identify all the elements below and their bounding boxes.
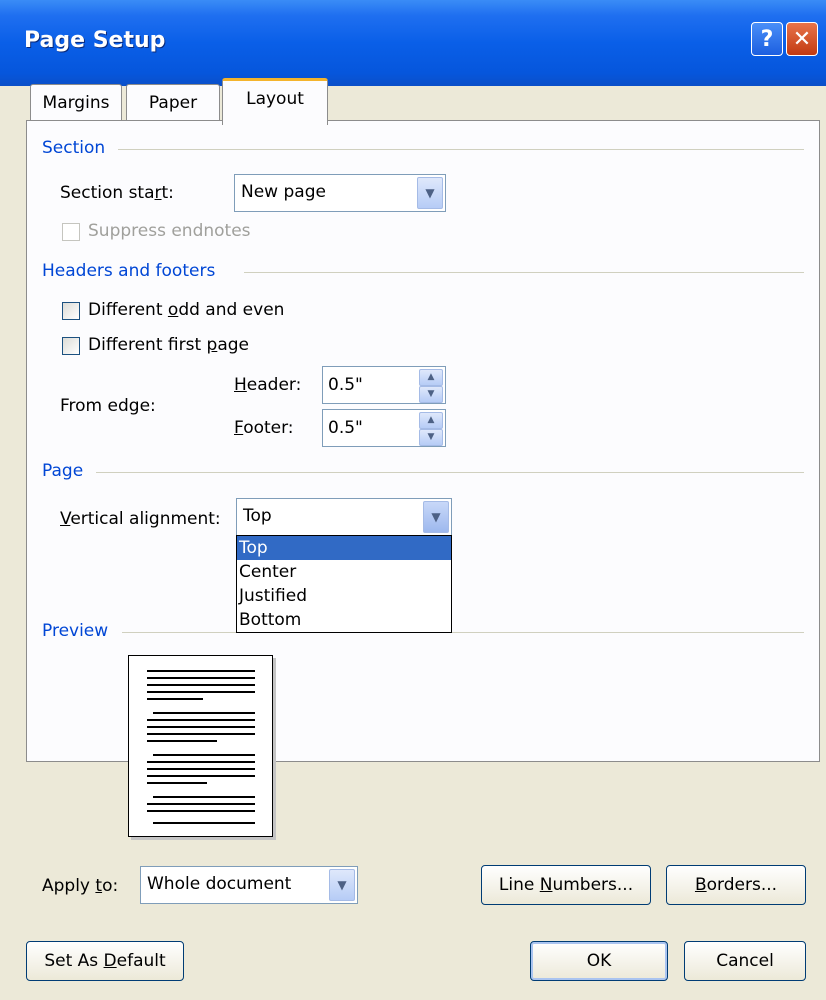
header-value: 0.5" xyxy=(328,375,363,395)
chevron-down-icon[interactable]: ▼ xyxy=(329,869,355,901)
odd-even-checkbox[interactable] xyxy=(62,302,80,320)
vertical-alignment-value: Top xyxy=(243,506,272,526)
line-numbers-button[interactable]: Line Numbers... xyxy=(481,865,651,905)
section-heading: Section xyxy=(42,138,106,158)
header-spinner[interactable]: 0.5" ▲ ▼ xyxy=(322,366,446,404)
page-heading: Page xyxy=(42,461,84,481)
from-edge-label: From edge: xyxy=(60,396,156,416)
preview-heading: Preview xyxy=(42,621,109,641)
section-start-label: Section start: xyxy=(60,183,174,203)
spin-up-icon[interactable]: ▲ xyxy=(419,369,443,386)
chevron-down-icon[interactable]: ▼ xyxy=(423,501,449,533)
apply-to-label: Apply to: xyxy=(42,876,119,896)
first-page-checkbox[interactable] xyxy=(62,337,80,355)
window-title: Page Setup xyxy=(24,28,166,53)
close-icon: ✕ xyxy=(792,26,812,52)
option-bottom[interactable]: Bottom xyxy=(237,608,451,632)
suppress-endnotes-label: Suppress endnotes xyxy=(88,221,251,241)
section-divider xyxy=(118,149,804,150)
vertical-alignment-dropdown: Top Center Justified Bottom xyxy=(236,535,452,633)
set-as-default-button[interactable]: Set As Default xyxy=(26,941,184,981)
ok-button[interactable]: OK xyxy=(530,941,668,981)
apply-to-select[interactable]: Whole document ▼ xyxy=(140,866,358,904)
odd-even-label: Different odd and even xyxy=(88,300,285,320)
section-start-select[interactable]: New page ▼ xyxy=(234,174,446,212)
preview-divider xyxy=(122,632,804,633)
title-bar: Page Setup ? ✕ xyxy=(0,0,826,86)
header-label: Header: xyxy=(234,375,302,395)
cancel-button[interactable]: Cancel xyxy=(684,941,806,981)
suppress-endnotes-checkbox[interactable] xyxy=(62,223,80,241)
footer-value: 0.5" xyxy=(328,418,363,438)
option-justified[interactable]: Justified xyxy=(237,584,451,608)
page-preview xyxy=(128,655,273,837)
tab-layout-label: Layout xyxy=(246,89,304,109)
chevron-down-icon[interactable]: ▼ xyxy=(417,177,443,209)
footer-label: Footer: xyxy=(234,418,294,438)
help-icon: ? xyxy=(760,26,774,52)
tab-margins-label: Margins xyxy=(42,93,110,113)
apply-to-value: Whole document xyxy=(147,874,292,894)
vertical-alignment-label: Vertical alignment: xyxy=(60,509,221,529)
option-center[interactable]: Center xyxy=(237,560,451,584)
tab-paper[interactable]: Paper xyxy=(126,84,220,121)
help-button[interactable]: ? xyxy=(751,22,783,56)
headers-footers-heading: Headers and footers xyxy=(42,261,216,281)
vertical-alignment-select[interactable]: Top ▼ xyxy=(236,498,452,536)
option-top[interactable]: Top xyxy=(237,536,451,560)
tab-layout[interactable]: Layout xyxy=(222,78,328,125)
tab-paper-label: Paper xyxy=(148,93,198,113)
spin-down-icon[interactable]: ▼ xyxy=(419,386,443,403)
first-page-label: Different first page xyxy=(88,335,249,355)
spin-down-icon[interactable]: ▼ xyxy=(419,429,443,446)
borders-button[interactable]: Borders... xyxy=(666,865,806,905)
headers-footers-divider xyxy=(244,272,804,273)
close-button[interactable]: ✕ xyxy=(786,22,818,56)
spin-up-icon[interactable]: ▲ xyxy=(419,412,443,429)
page-divider xyxy=(96,472,804,473)
tab-margins[interactable]: Margins xyxy=(30,84,122,121)
footer-spinner[interactable]: 0.5" ▲ ▼ xyxy=(322,409,446,447)
section-start-value: New page xyxy=(241,182,326,202)
